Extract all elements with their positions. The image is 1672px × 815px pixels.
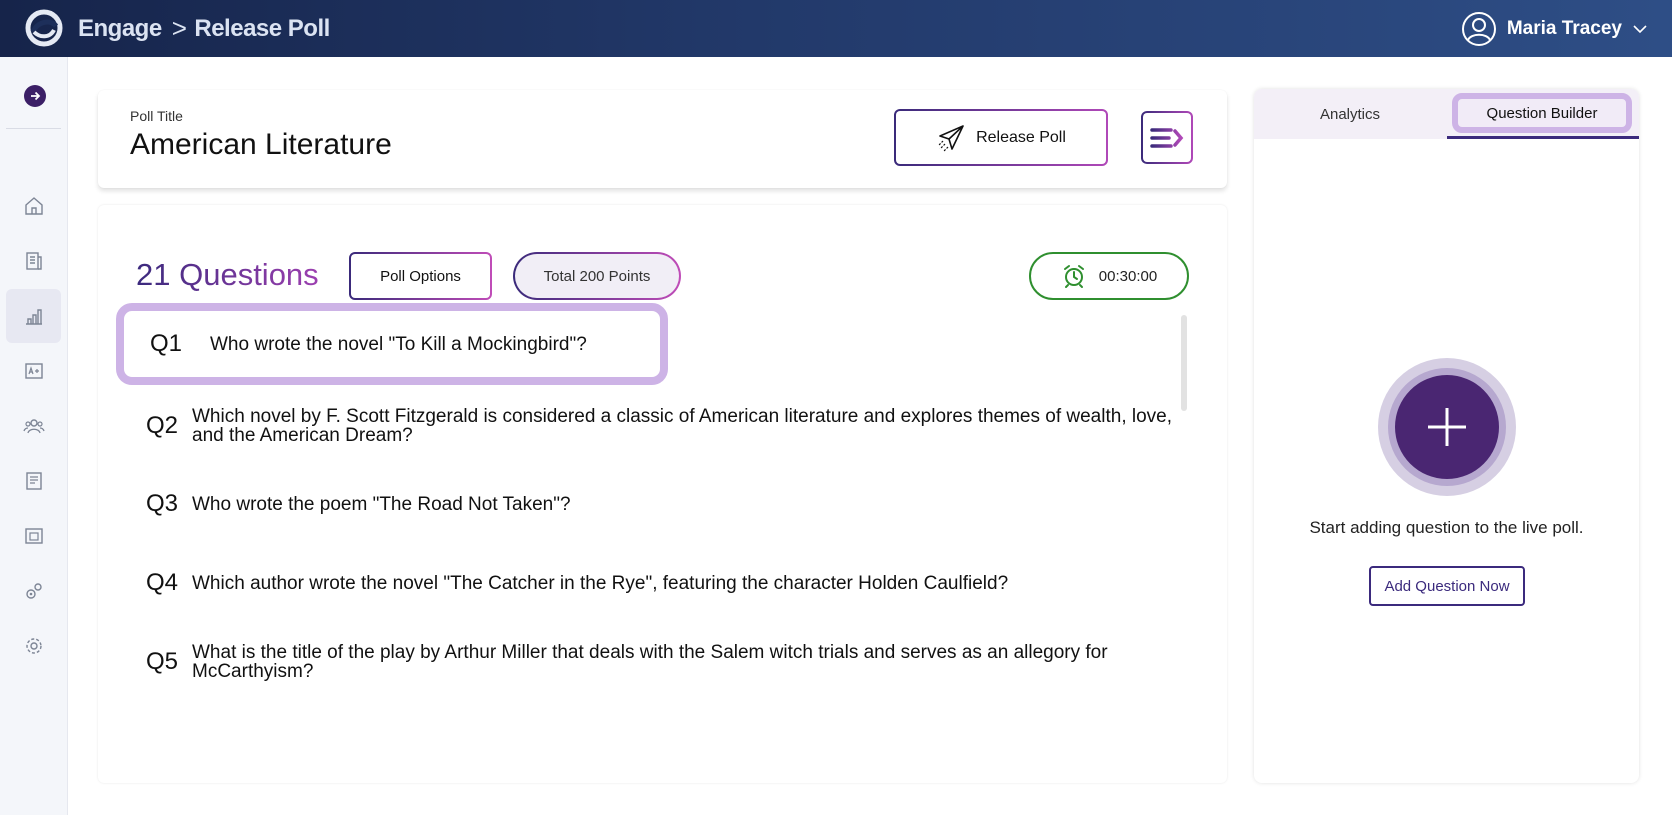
- sidebar-item-home[interactable]: [6, 179, 61, 233]
- sidebar: [0, 57, 68, 815]
- engage-logo-icon[interactable]: [20, 8, 68, 48]
- question-number: Q1: [150, 330, 183, 357]
- home-icon: [24, 197, 43, 215]
- settings-icon: [25, 638, 42, 654]
- questions-card: 21 Questions Poll Options Total 200 Poin…: [98, 205, 1227, 783]
- sidebar-item-documents[interactable]: [6, 234, 61, 288]
- tab-question-builder[interactable]: Question Builder: [1452, 93, 1632, 133]
- question-text: Who wrote the poem "The Road Not Taken"?: [192, 493, 571, 515]
- add-question-now-button[interactable]: Add Question Now: [1369, 566, 1525, 606]
- question-item[interactable]: Q5 What is the title of the play by Arth…: [112, 642, 1182, 682]
- question-count: 21 Questions: [136, 257, 319, 292]
- breadcrumb: Engage > Release Poll: [78, 0, 330, 57]
- poll-title-label: Poll Title: [130, 108, 183, 124]
- question-number: Q2: [146, 412, 179, 439]
- sidebar-divider: [6, 128, 61, 129]
- sidebar-item-classroom[interactable]: [6, 509, 61, 563]
- question-item[interactable]: Q1 Who wrote the novel "To Kill a Mockin…: [116, 303, 668, 385]
- sidebar-item-settings[interactable]: [6, 619, 61, 673]
- classroom-icon: [24, 528, 43, 544]
- notes-icon: [25, 472, 42, 490]
- right-panel: Analytics Question Builder Start adding …: [1254, 89, 1639, 783]
- chevron-down-icon: [1633, 24, 1647, 33]
- poll-title[interactable]: American Literature: [130, 128, 392, 162]
- release-poll-label: Release Poll: [976, 128, 1066, 146]
- sidebar-item-users[interactable]: [6, 399, 61, 453]
- timer-badge[interactable]: 00:30:00: [1029, 252, 1189, 300]
- empty-state-text: Start adding question to the live poll.: [1309, 518, 1584, 537]
- plus-icon: [1428, 408, 1466, 446]
- question-text: Which author wrote the novel "The Catche…: [192, 572, 1009, 594]
- paper-plane-icon: [938, 124, 964, 151]
- integrations-icon: [25, 583, 42, 599]
- question-item[interactable]: Q3 Who wrote the poem "The Road Not Take…: [112, 489, 1182, 519]
- add-question-button[interactable]: [1395, 375, 1499, 479]
- question-item[interactable]: Q4 Which author wrote the novel "The Cat…: [112, 568, 1182, 598]
- user-avatar-icon: [1461, 11, 1496, 46]
- poll-header-card: Poll Title American Literature Release P…: [98, 90, 1227, 188]
- poll-options-button[interactable]: Poll Options: [349, 252, 492, 300]
- question-list: Q1 Who wrote the novel "To Kill a Mockin…: [98, 303, 1188, 765]
- alarm-clock-icon: [1063, 265, 1084, 288]
- panel-tabs: Analytics Question Builder: [1254, 89, 1639, 139]
- tab-analytics[interactable]: Analytics: [1254, 89, 1446, 139]
- toggle-panel-button[interactable]: [1141, 111, 1193, 164]
- menu-collapse-icon: [1150, 127, 1184, 148]
- user-menu[interactable]: Maria Tracey: [1461, 0, 1648, 57]
- question-number: Q5: [146, 648, 179, 675]
- question-text: Which novel by F. Scott Fitzgerald is co…: [192, 406, 1173, 446]
- active-tab-indicator: [1447, 136, 1639, 139]
- grade-icon: [24, 363, 43, 379]
- release-poll-button[interactable]: Release Poll: [894, 109, 1108, 166]
- breadcrumb-page: Release Poll: [194, 14, 330, 42]
- document-icon: [25, 252, 42, 270]
- top-bar: Engage > Release Poll Maria Tracey: [0, 0, 1672, 57]
- question-number: Q3: [146, 490, 179, 517]
- user-name: Maria Tracey: [1506, 17, 1622, 39]
- timer-value: 00:30:00: [1098, 267, 1158, 285]
- arrow-right-icon: [31, 91, 41, 101]
- sidebar-item-grades[interactable]: [6, 344, 61, 398]
- sidebar-item-integrations[interactable]: [6, 564, 61, 618]
- breadcrumb-separator: >: [171, 13, 187, 43]
- sidebar-item-polls[interactable]: [6, 289, 61, 343]
- question-number: Q4: [146, 569, 179, 596]
- expand-sidebar-button[interactable]: [24, 85, 46, 107]
- question-list-scrollbar[interactable]: [1181, 315, 1187, 411]
- add-question-ring: [1388, 368, 1506, 486]
- add-question-circle[interactable]: [1378, 358, 1516, 496]
- sidebar-item-notes[interactable]: [6, 454, 61, 508]
- users-icon: [22, 419, 45, 434]
- question-text: What is the title of the play by Arthur …: [192, 642, 1108, 682]
- question-item[interactable]: Q2 Which novel by F. Scott Fitzgerald is…: [112, 406, 1182, 446]
- question-text: Who wrote the novel "To Kill a Mockingbi…: [210, 333, 587, 355]
- breadcrumb-app[interactable]: Engage: [78, 15, 162, 43]
- total-points-badge: Total 200 Points: [513, 252, 681, 300]
- bar-chart-icon: [25, 309, 42, 325]
